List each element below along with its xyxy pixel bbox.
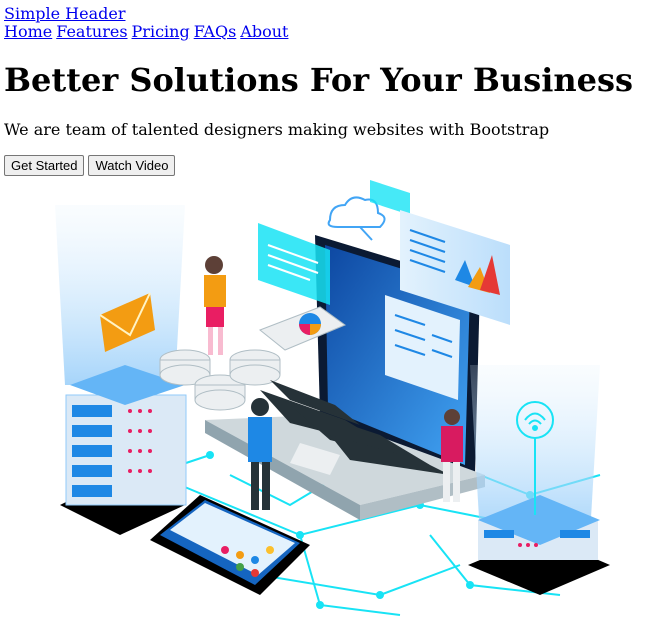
site-header: Simple Header Home Features Pricing FAQs Abo… <box>4 4 624 41</box>
right-server <box>468 365 610 595</box>
nav-pricing[interactable]: Pricing <box>132 22 190 41</box>
nav-about[interactable]: About <box>240 22 288 41</box>
person-woman-left <box>204 256 226 355</box>
hero-illustration <box>55 180 610 616</box>
brand-link[interactable]: Simple Header <box>4 5 125 23</box>
hero-title: Better Solutions For Your Business <box>4 61 634 99</box>
nav-faqs[interactable]: FAQs <box>194 22 237 41</box>
person-man <box>248 398 272 510</box>
main-nav: Home Features Pricing FAQs About <box>4 23 624 41</box>
hero-subtitle: We are team of talented designers making… <box>4 120 550 139</box>
get-started-button[interactable]: Get Started <box>4 155 85 176</box>
watch-video-button[interactable]: Watch Video <box>88 155 176 176</box>
floating-document <box>258 223 330 305</box>
hero-buttons: Get Started Watch Video <box>4 155 179 176</box>
nav-home[interactable]: Home <box>4 22 52 41</box>
nav-features[interactable]: Features <box>56 22 127 41</box>
